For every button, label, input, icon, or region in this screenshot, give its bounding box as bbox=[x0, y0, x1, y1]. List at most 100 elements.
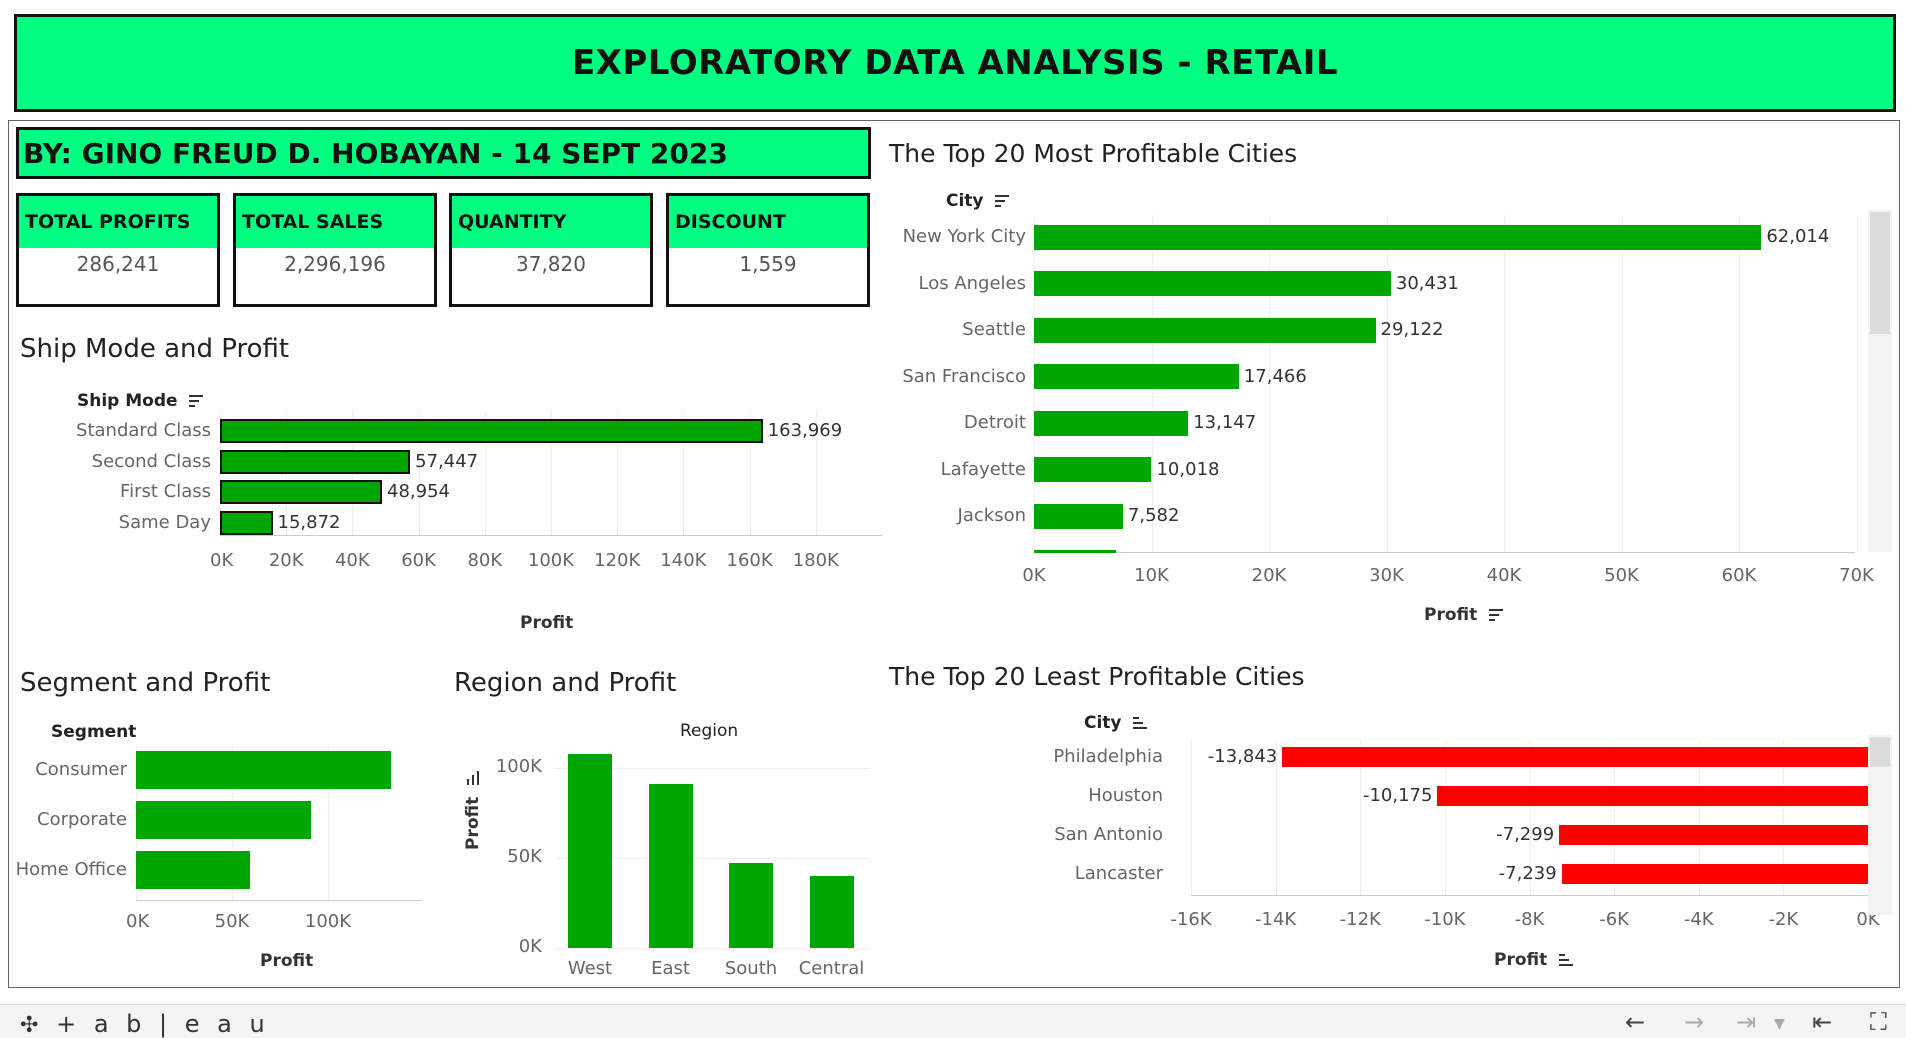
bar bbox=[729, 863, 773, 948]
region-chart-title: Region and Profit bbox=[454, 668, 677, 698]
field-name: City bbox=[946, 191, 984, 211]
x-tick-label: 180K bbox=[792, 550, 839, 571]
y-tick-label: 100K bbox=[495, 756, 542, 777]
gridline bbox=[1386, 215, 1388, 552]
tableau-footer bbox=[0, 1004, 1906, 1038]
top-cities-chart-title: The Top 20 Most Profitable Cities bbox=[889, 139, 1298, 168]
kpi-total-sales: TOTAL SALES 2,296,196 bbox=[233, 193, 437, 307]
bar bbox=[1034, 457, 1152, 482]
category-label: Same Day bbox=[118, 511, 211, 533]
x-axis-line bbox=[136, 900, 422, 901]
bar bbox=[220, 449, 411, 474]
least-cities-field-label[interactable]: City bbox=[1084, 713, 1148, 733]
data-label: -10,175 bbox=[1362, 785, 1433, 806]
x-tick-label: Central bbox=[798, 958, 865, 979]
x-tick-label: 60K bbox=[401, 550, 436, 571]
redo-icon[interactable]: → bbox=[1684, 1008, 1704, 1036]
sort-ascending-icon[interactable] bbox=[1133, 714, 1148, 732]
author-text: BY: GINO FREUD D. HOBAYAN - 14 SEPT 2023 bbox=[23, 136, 728, 170]
x-tick-label: 40K bbox=[1486, 565, 1522, 586]
category-label: Lancaster bbox=[1074, 863, 1163, 884]
tableau-wordmark: + a b | e a u bbox=[56, 1010, 270, 1038]
sort-ascending-icon[interactable] bbox=[1559, 951, 1574, 969]
bar bbox=[1034, 271, 1391, 296]
category-label: First Class bbox=[120, 481, 211, 502]
top-cities-scrollbar-thumb[interactable] bbox=[1870, 212, 1890, 334]
axis-title-text: Profit bbox=[1494, 950, 1548, 970]
x-tick-label: South bbox=[724, 958, 778, 979]
ship-mode-axis-title: Profit bbox=[520, 613, 574, 633]
x-tick-label: 70K bbox=[1839, 565, 1874, 586]
gridline bbox=[1504, 215, 1505, 552]
x-tick-label: East bbox=[651, 958, 690, 979]
data-label: 13,147 bbox=[1193, 412, 1257, 433]
category-label: Standard Class bbox=[76, 420, 211, 441]
x-tick-label: -6K bbox=[1599, 909, 1629, 930]
data-label: 10,018 bbox=[1156, 458, 1220, 480]
chevron-down-icon[interactable]: ▼ bbox=[1774, 1016, 1785, 1032]
kpi-value: 2,296,196 bbox=[284, 252, 386, 276]
bar bbox=[1559, 825, 1868, 845]
kpi-label: QUANTITY bbox=[452, 196, 650, 248]
kpi-value: 286,241 bbox=[76, 252, 160, 276]
bar-partial bbox=[1034, 550, 1116, 553]
x-tick-label: 160K bbox=[726, 550, 773, 571]
category-label: Lafayette bbox=[940, 458, 1026, 480]
x-tick-label: 50K bbox=[1604, 565, 1639, 586]
kpi-total-profits: TOTAL PROFITS 286,241 bbox=[16, 193, 220, 307]
ship-mode-chart-title: Ship Mode and Profit bbox=[20, 334, 290, 364]
field-name: Ship Mode bbox=[77, 391, 178, 411]
dashboard-header: EXPLORATORY DATA ANALYSIS - RETAIL bbox=[14, 14, 1896, 112]
sort-descending-icon[interactable] bbox=[189, 392, 204, 410]
x-tick-label: -4K bbox=[1683, 909, 1714, 930]
revert-icon[interactable]: ⇥ bbox=[1736, 1008, 1756, 1036]
top-cities-axis-title[interactable]: Profit bbox=[1424, 605, 1504, 625]
least-cities-chart-title: The Top 20 Least Profitable Cities bbox=[889, 662, 1305, 691]
tableau-cross-icon: ✣ bbox=[20, 1013, 44, 1038]
axis-title-text: Profit bbox=[1424, 605, 1478, 625]
kpi-label: TOTAL SALES bbox=[236, 196, 434, 248]
least-cities-axis-title[interactable]: Profit bbox=[1494, 950, 1574, 970]
data-label: 17,466 bbox=[1243, 365, 1307, 387]
category-label: Second Class bbox=[91, 450, 211, 472]
category-label: Consumer bbox=[35, 759, 127, 780]
sort-descending-icon[interactable] bbox=[1489, 606, 1504, 624]
x-tick-label: -16K bbox=[1170, 909, 1212, 930]
bar bbox=[220, 510, 273, 535]
x-tick-label: 0K bbox=[126, 911, 150, 932]
x-tick-label: 40K bbox=[335, 550, 370, 571]
data-label: 7,582 bbox=[1127, 505, 1180, 526]
x-tick-label: West bbox=[567, 958, 613, 979]
axis-title-text: Profit bbox=[463, 796, 483, 850]
go-to-start-icon[interactable]: ⇤ bbox=[1812, 1008, 1832, 1036]
x-tick-label: 0K bbox=[1022, 565, 1046, 586]
x-tick-label: 100K bbox=[527, 550, 575, 571]
data-label: 62,014 bbox=[1766, 226, 1830, 247]
gridline bbox=[1856, 215, 1858, 552]
bar bbox=[220, 480, 383, 504]
region-field-label[interactable]: Region bbox=[680, 721, 738, 741]
least-cities-scrollbar-thumb[interactable] bbox=[1870, 737, 1890, 767]
bar bbox=[1034, 317, 1376, 343]
undo-icon[interactable]: ← bbox=[1625, 1008, 1645, 1036]
segment-field-label[interactable]: Segment bbox=[51, 722, 136, 742]
category-label: Houston bbox=[1088, 785, 1163, 806]
bar bbox=[1561, 864, 1868, 884]
author-banner: BY: GINO FREUD D. HOBAYAN - 14 SEPT 2023 bbox=[16, 127, 871, 179]
y-tick-label: 50K bbox=[507, 846, 542, 867]
x-axis-line bbox=[220, 535, 882, 536]
data-label: -7,299 bbox=[1496, 824, 1555, 845]
category-label: San Francisco bbox=[902, 365, 1026, 387]
x-tick-label: 120K bbox=[594, 550, 641, 571]
x-tick-label: -8K bbox=[1514, 909, 1545, 930]
bar bbox=[1437, 786, 1868, 806]
category-label: Los Angeles bbox=[918, 272, 1027, 294]
ship-mode-field-label[interactable]: Ship Mode bbox=[77, 391, 204, 411]
x-tick-label: -2K bbox=[1768, 909, 1799, 930]
tableau-logo[interactable]: ✣ + a b | e a u bbox=[20, 1010, 270, 1038]
sort-descending-icon[interactable] bbox=[995, 192, 1010, 210]
fullscreen-icon[interactable]: ⛶ bbox=[1870, 1008, 1887, 1036]
top-cities-field-label[interactable]: City bbox=[946, 191, 1010, 211]
gridline bbox=[1739, 215, 1740, 552]
data-label: 29,122 bbox=[1380, 319, 1444, 340]
